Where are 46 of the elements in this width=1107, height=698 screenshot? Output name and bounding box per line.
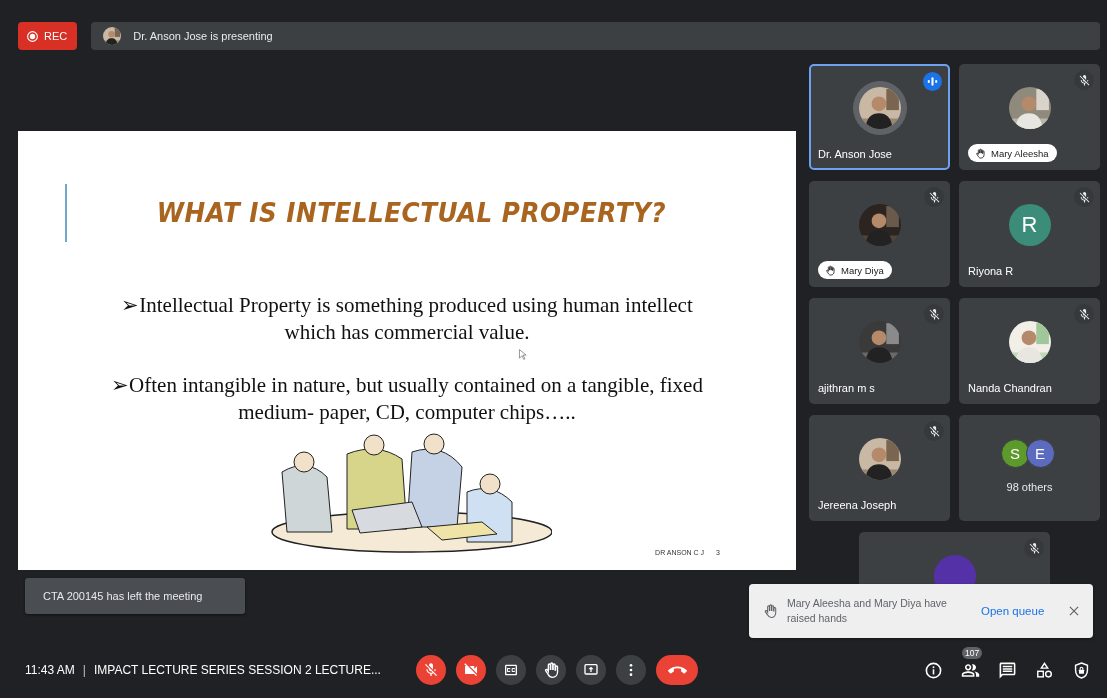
more-options-button[interactable]: [616, 655, 646, 685]
hand-icon: [825, 264, 835, 276]
microphone-off-icon: [423, 662, 439, 678]
participant-left-notification: CTA 200145 has left the meeting: [25, 578, 245, 614]
open-queue-link[interactable]: Open queue: [981, 605, 1045, 617]
captions-button[interactable]: [496, 655, 526, 685]
microphone-button[interactable]: [416, 655, 446, 685]
recording-label: REC: [44, 30, 68, 42]
others-count: 98 others: [1005, 481, 1054, 493]
participant-count-badge: 107: [962, 647, 983, 659]
chat-icon: [997, 660, 1017, 680]
avatar: R: [1008, 204, 1051, 246]
participant-name: Dr. Anson Jose: [818, 148, 892, 160]
camera-off-icon: [463, 662, 479, 678]
separator: |: [82, 663, 86, 677]
speaking-indicator-icon: [923, 72, 942, 91]
participant-name: Mary Diya: [841, 264, 884, 276]
raise-hand-button[interactable]: [536, 655, 566, 685]
bullet-text: ➢Often intangible in nature, but usually contained on a tangible, fixed medium- paper, CD, computer chips…..: [110, 372, 704, 426]
avatar: S: [1000, 438, 1030, 468]
participant-name: ajithran m s: [818, 382, 875, 394]
notification-text: Mary Aleesha and Mary Diya have raised hands: [787, 596, 948, 626]
close-icon: [1067, 604, 1081, 618]
participant-name: Mary Aleesha: [991, 147, 1049, 159]
hand-icon: [543, 662, 559, 678]
camera-button[interactable]: [456, 655, 486, 685]
meeting-title: IMPACT LECTURE SERIES SESSION 2 LECTURE...: [93, 663, 381, 677]
meeting-time: 11:43 AM: [25, 663, 75, 677]
cursor-icon: [518, 349, 527, 360]
present-screen-icon: [583, 662, 599, 678]
captions-icon: [503, 662, 519, 678]
participant-name: Nanda Chandran: [968, 382, 1052, 394]
presenter-text: Dr. Anson Jose is presenting: [133, 30, 273, 42]
raised-hand-icon: [763, 604, 777, 618]
bullet-text: ➢Intellectual Property is something produced using human intellect which has commercial value.: [120, 292, 694, 346]
record-icon: [26, 29, 39, 43]
slide-title: WHAT IS INTELLECTUAL PROPERTY?: [155, 198, 668, 228]
avatar: E: [1025, 438, 1055, 468]
participant-name: Riyona R: [968, 265, 1014, 277]
present-button[interactable]: [576, 655, 606, 685]
shapes-icon: [1034, 660, 1054, 680]
accent-bar: [65, 184, 67, 242]
info-icon: [923, 660, 943, 680]
hand-icon: [975, 147, 985, 159]
leave-call-button[interactable]: [656, 655, 698, 685]
participant-name: Jereena Joseph: [818, 499, 897, 511]
